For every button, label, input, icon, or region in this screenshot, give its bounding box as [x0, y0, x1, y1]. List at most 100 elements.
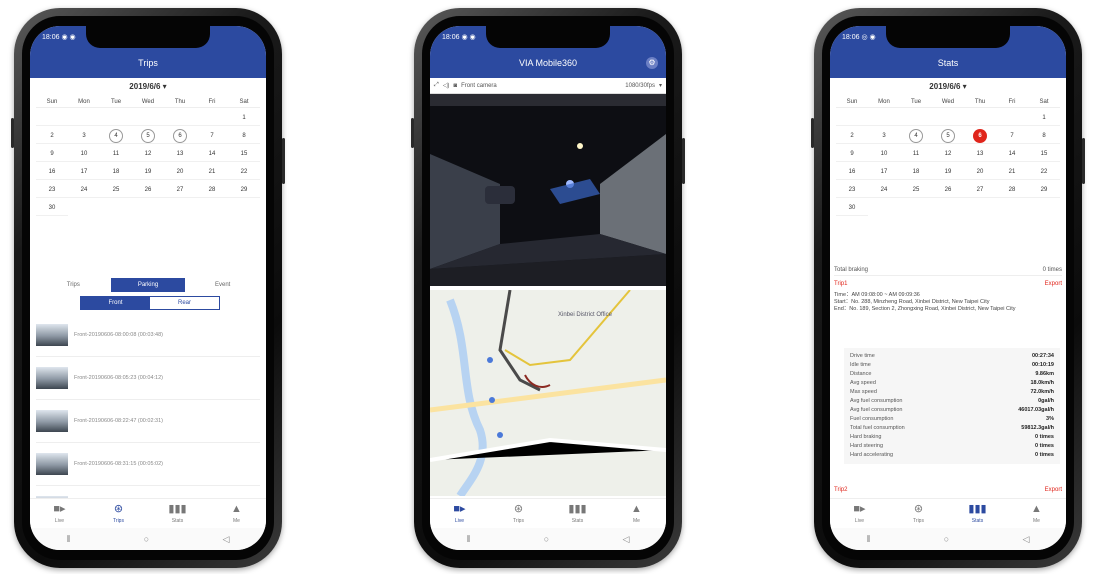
- calendar-day[interactable]: 12: [932, 146, 964, 162]
- calendar-day[interactable]: 30: [36, 200, 68, 216]
- calendar-day[interactable]: 20: [164, 164, 196, 180]
- calendar-day[interactable]: 29: [228, 182, 260, 198]
- chevron-down-icon[interactable]: ▾: [659, 82, 662, 89]
- tab-trips[interactable]: Trips: [36, 278, 111, 292]
- calendar-day[interactable]: 14: [996, 146, 1028, 162]
- calendar-day[interactable]: 10: [68, 146, 100, 162]
- gear-icon[interactable]: ⚙: [646, 57, 658, 69]
- calendar-day[interactable]: 1: [1028, 110, 1060, 126]
- calendar-day[interactable]: 8: [1028, 128, 1060, 144]
- calendar-day[interactable]: 25: [100, 182, 132, 198]
- nav-live[interactable]: ■▸ Live: [830, 499, 889, 528]
- nav-me[interactable]: ▲ Me: [1007, 499, 1066, 528]
- calendar-day[interactable]: 4: [100, 128, 132, 144]
- tab-parking[interactable]: Parking: [110, 278, 186, 292]
- camera-label[interactable]: Front camera: [461, 83, 497, 89]
- calendar-day[interactable]: 18: [100, 164, 132, 180]
- back-icon[interactable]: ◁: [622, 534, 629, 545]
- speaker-icon[interactable]: ◁): [443, 82, 450, 89]
- calendar-day[interactable]: 2: [36, 128, 68, 144]
- calendar-day[interactable]: 28: [996, 182, 1028, 198]
- nav-trips[interactable]: ⊛ Trips: [489, 499, 548, 528]
- calendar-day[interactable]: 19: [932, 164, 964, 180]
- calendar-day[interactable]: 22: [1028, 164, 1060, 180]
- calendar-day[interactable]: 22: [228, 164, 260, 180]
- nav-stats[interactable]: ▮▮▮ Stats: [148, 499, 207, 528]
- nav-trips[interactable]: ⊛ Trips: [889, 499, 948, 528]
- segment-rear[interactable]: Rear: [150, 297, 219, 309]
- calendar-day[interactable]: 24: [68, 182, 100, 198]
- route-map[interactable]: Xinbei District Office: [430, 290, 666, 496]
- calendar-day[interactable]: 15: [228, 146, 260, 162]
- calendar-day[interactable]: 9: [836, 146, 868, 162]
- calendar-day[interactable]: 12: [132, 146, 164, 162]
- nav-live[interactable]: ■▸ Live: [30, 499, 89, 528]
- calendar-day[interactable]: 21: [996, 164, 1028, 180]
- calendar-day[interactable]: 23: [836, 182, 868, 198]
- calendar-day[interactable]: 7: [996, 128, 1028, 144]
- calendar-day[interactable]: 2: [836, 128, 868, 144]
- calendar-day[interactable]: 11: [900, 146, 932, 162]
- calendar-day[interactable]: 13: [164, 146, 196, 162]
- list-item[interactable]: Front-20190606-08:22:47 (00:02:31): [36, 400, 260, 443]
- month-selector[interactable]: 2019/6/6 ▾: [36, 82, 260, 96]
- month-selector[interactable]: 2019/6/6 ▾: [836, 82, 1060, 96]
- calendar-day[interactable]: 18: [900, 164, 932, 180]
- calendar-day[interactable]: 3: [868, 128, 900, 144]
- home-icon[interactable]: ○: [944, 534, 949, 544]
- calendar-day[interactable]: 4: [900, 128, 932, 144]
- nav-me[interactable]: ▲ Me: [607, 499, 666, 528]
- calendar-day[interactable]: 26: [932, 182, 964, 198]
- export-link-2[interactable]: Export: [1045, 484, 1062, 496]
- calendar-day[interactable]: 13: [964, 146, 996, 162]
- list-item[interactable]: Front-20190606-08:00:08 (00:03:48): [36, 314, 260, 357]
- calendar-day[interactable]: 26: [132, 182, 164, 198]
- nav-me[interactable]: ▲ Me: [207, 499, 266, 528]
- recent-apps-icon[interactable]: ⦀: [867, 534, 871, 545]
- home-icon[interactable]: ○: [544, 534, 549, 544]
- calendar-day[interactable]: 10: [868, 146, 900, 162]
- calendar-day[interactable]: 29: [1028, 182, 1060, 198]
- camera-icon[interactable]: ◙: [453, 83, 457, 89]
- expand-icon[interactable]: ⤢: [434, 82, 439, 89]
- calendar-day[interactable]: 9: [36, 146, 68, 162]
- back-icon[interactable]: ◁: [222, 534, 229, 545]
- calendar-day[interactable]: 20: [964, 164, 996, 180]
- segment-front[interactable]: Front: [81, 297, 150, 309]
- calendar-day[interactable]: 8: [228, 128, 260, 144]
- tab-event[interactable]: Event: [185, 278, 260, 292]
- calendar-day[interactable]: 30: [836, 200, 868, 216]
- nav-stats[interactable]: ▮▮▮ Stats: [548, 499, 607, 528]
- calendar-day[interactable]: 28: [196, 182, 228, 198]
- nav-live[interactable]: ■▸ Live: [430, 499, 489, 528]
- calendar-day[interactable]: 5: [932, 128, 964, 144]
- calendar-day[interactable]: 6: [964, 128, 996, 144]
- live-video[interactable]: [430, 94, 666, 286]
- calendar-day[interactable]: 1: [228, 110, 260, 126]
- calendar-day[interactable]: 19: [132, 164, 164, 180]
- calendar-day[interactable]: 25: [900, 182, 932, 198]
- calendar-day[interactable]: 17: [68, 164, 100, 180]
- calendar-day[interactable]: 27: [964, 182, 996, 198]
- calendar-day[interactable]: 5: [132, 128, 164, 144]
- trip-thumbnail[interactable]: [36, 324, 68, 346]
- calendar-day[interactable]: 24: [868, 182, 900, 198]
- recent-apps-icon[interactable]: ⦀: [67, 534, 71, 545]
- calendar-day[interactable]: 17: [868, 164, 900, 180]
- back-icon[interactable]: ◁: [1022, 534, 1029, 545]
- recent-apps-icon[interactable]: ⦀: [467, 534, 471, 545]
- trip-thumbnail[interactable]: [36, 367, 68, 389]
- nav-stats[interactable]: ▮▮▮ Stats: [948, 499, 1007, 528]
- calendar-day[interactable]: 7: [196, 128, 228, 144]
- calendar-day[interactable]: 27: [164, 182, 196, 198]
- calendar-day[interactable]: 21: [196, 164, 228, 180]
- calendar-day[interactable]: 16: [36, 164, 68, 180]
- home-icon[interactable]: ○: [144, 534, 149, 544]
- trip-thumbnail[interactable]: [36, 410, 68, 432]
- calendar-day[interactable]: 16: [836, 164, 868, 180]
- trip-thumbnail[interactable]: [36, 453, 68, 475]
- export-link[interactable]: Export: [1045, 278, 1062, 290]
- calendar-day[interactable]: 11: [100, 146, 132, 162]
- calendar-day[interactable]: 15: [1028, 146, 1060, 162]
- calendar-day[interactable]: 6: [164, 128, 196, 144]
